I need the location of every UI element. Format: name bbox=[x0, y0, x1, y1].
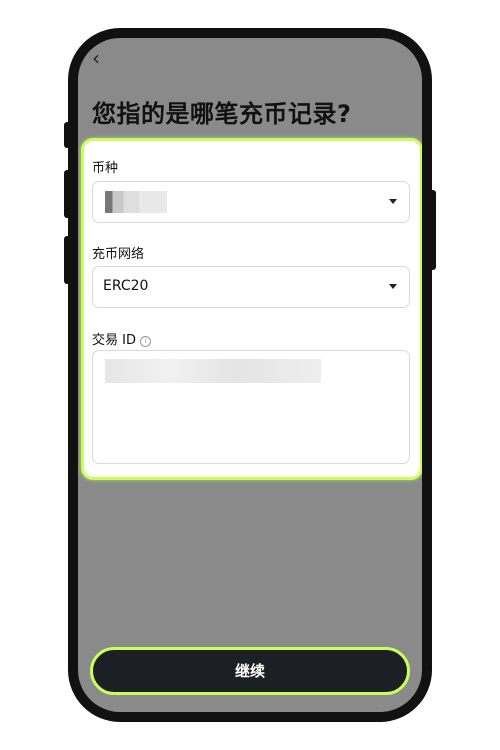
network-label: 充币网络 bbox=[92, 247, 145, 262]
txid-label-text: 交易 ID bbox=[92, 333, 136, 348]
network-value: ERC20 bbox=[103, 278, 149, 294]
phone-side-button-left-3 bbox=[64, 236, 72, 284]
back-button[interactable]: ‹ bbox=[92, 48, 100, 68]
txid-label: 交易 ID i bbox=[92, 329, 151, 348]
deposit-form-card: 币种 充币网络 ERC20 交易 ID i bbox=[81, 138, 422, 480]
phone-screen: ‹ 您指的是哪笔充币记录? 币种 充币网络 ERC20 交易 ID i 继续 bbox=[78, 38, 422, 712]
txid-value-redacted bbox=[105, 359, 321, 383]
currency-label: 币种 bbox=[92, 161, 119, 176]
info-icon[interactable]: i bbox=[139, 336, 151, 347]
phone-side-button-right bbox=[428, 190, 436, 270]
page-title: 您指的是哪笔充币记录? bbox=[92, 100, 352, 128]
continue-button[interactable]: 继续 bbox=[90, 647, 410, 695]
txid-input[interactable] bbox=[92, 350, 410, 464]
chevron-left-icon: ‹ bbox=[92, 46, 100, 70]
phone-side-button-left-1 bbox=[64, 122, 72, 148]
phone-side-button-left-2 bbox=[64, 170, 72, 218]
caret-down-icon bbox=[389, 199, 397, 204]
currency-value-redacted bbox=[105, 191, 167, 213]
currency-select[interactable] bbox=[92, 181, 410, 223]
caret-down-icon bbox=[389, 284, 397, 289]
network-select[interactable]: ERC20 bbox=[92, 266, 410, 308]
